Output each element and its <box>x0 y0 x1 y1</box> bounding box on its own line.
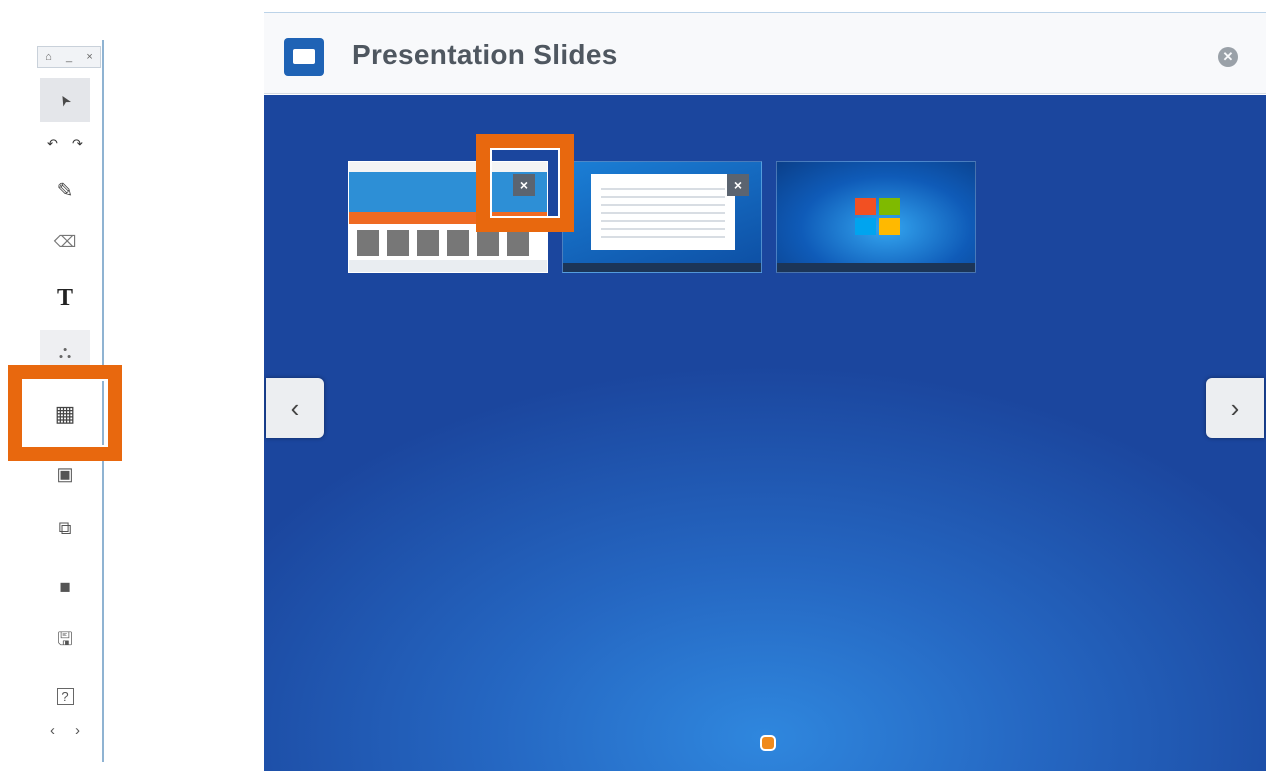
slides-tool-highlight <box>8 365 122 461</box>
toolbar-prev-icon[interactable]: ‹ <box>50 722 55 740</box>
pen-tool-button[interactable]: ✎ <box>40 168 90 212</box>
eraser-icon: ⌫ <box>53 234 77 251</box>
text-tool-button[interactable]: T <box>40 276 90 320</box>
toolbar-next-icon[interactable]: › <box>75 722 80 740</box>
text-icon: T <box>56 284 73 311</box>
next-page-button[interactable]: › <box>1206 378 1264 438</box>
previous-page-button[interactable]: ‹ <box>266 378 324 438</box>
undo-redo-row: ↶ ↷ <box>40 136 90 154</box>
toolbar-nav-row: ‹ › <box>40 722 90 740</box>
floppy-disk-icon: 🖫 <box>57 629 73 649</box>
pencil-icon: ✎ <box>56 179 74 202</box>
toolbar-header: ⌂ _ × <box>37 46 101 68</box>
screen-capture-icon: ⧉ <box>58 517 72 538</box>
windows-logo-icon <box>855 198 903 238</box>
help-tool-button[interactable]: ? <box>40 674 90 718</box>
page-indicator-dot[interactable] <box>762 737 774 749</box>
help-icon: ? <box>56 687 74 705</box>
video-camera-icon: ◼ <box>59 577 71 594</box>
undo-icon[interactable]: ↶ <box>47 136 58 154</box>
slides-icon <box>284 38 324 76</box>
close-icon[interactable]: × <box>86 51 92 63</box>
slides-area: × × ‹ › <box>264 95 1266 771</box>
eraser-tool-button[interactable]: ⌫ <box>40 220 90 264</box>
redo-icon[interactable]: ↷ <box>72 136 83 154</box>
save-tool-button[interactable]: 🖫 <box>40 620 90 664</box>
minimize-icon[interactable]: _ <box>66 51 72 63</box>
remove-slide-button[interactable]: × <box>727 174 749 196</box>
select-tool-button[interactable]: ➤ <box>40 78 90 122</box>
presentation-slides-panel: Presentation Slides ✕ × × ‹ › <box>264 12 1266 771</box>
panel-header: Presentation Slides ✕ <box>264 12 1266 94</box>
video-tool-button[interactable]: ◼ <box>40 564 90 608</box>
image-icon: ▣ <box>56 463 74 484</box>
panel-close-button[interactable]: ✕ <box>1218 47 1238 67</box>
remove-slide-highlight <box>476 134 574 232</box>
pointer-icon: ➤ <box>54 91 75 110</box>
screenshot-tool-button[interactable]: ⧉ <box>40 506 90 550</box>
home-icon[interactable]: ⌂ <box>45 51 52 63</box>
slide-thumbnail-2[interactable]: × <box>562 161 762 273</box>
panel-title: Presentation Slides <box>352 39 618 70</box>
slide-thumbnail-3[interactable] <box>776 161 976 273</box>
shapes-icon: ⛬ <box>58 341 72 362</box>
